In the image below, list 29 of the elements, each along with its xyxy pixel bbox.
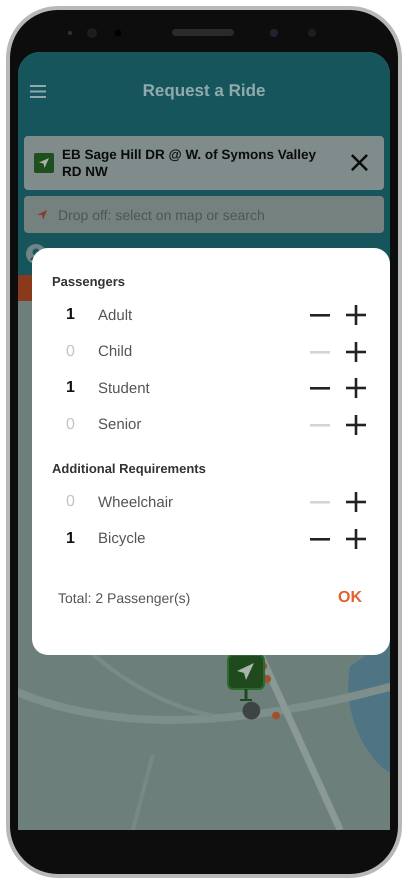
count: 1 <box>65 306 76 324</box>
count: 0 <box>65 342 76 361</box>
screen-title: Request a Ride <box>142 81 266 101</box>
count: 0 <box>65 416 76 434</box>
plus-icon[interactable] <box>346 378 366 398</box>
row-label: Adult <box>98 306 134 324</box>
menu-icon[interactable] <box>30 84 46 98</box>
section-title: Passengers <box>52 274 126 289</box>
row-label: Student <box>98 380 151 397</box>
row-label: Senior <box>98 416 142 434</box>
plus-icon[interactable] <box>346 414 366 435</box>
location-arrow-icon <box>36 208 48 220</box>
count: 0 <box>65 493 76 512</box>
plus-icon[interactable] <box>346 492 366 512</box>
count: 1 <box>65 530 76 548</box>
row-label: Wheelchair <box>98 494 174 511</box>
section-title: Additional Requirements <box>52 461 207 476</box>
row-label: Child <box>98 343 134 360</box>
plus-icon[interactable] <box>346 305 366 326</box>
plus-icon[interactable] <box>346 342 366 362</box>
pickup-field[interactable]: EB Sage Hill DR @ W. of Symons Valley RD NW × <box>24 136 384 190</box>
ok-button[interactable]: OK <box>334 585 366 611</box>
total-passengers: Total: 2 Passenger(s) <box>58 590 190 606</box>
pickup-location: EB Sage Hill DR @ W. of Symons Valley RD NW <box>62 146 317 180</box>
count: 1 <box>65 379 76 398</box>
pickup-marker-icon <box>226 653 266 703</box>
plus-icon[interactable] <box>346 528 366 549</box>
clear-button[interactable]: × <box>342 151 376 175</box>
row-label: Bicycle <box>98 530 147 548</box>
